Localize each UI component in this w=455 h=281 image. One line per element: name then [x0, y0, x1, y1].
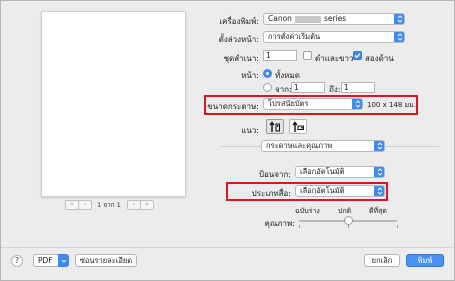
paper-source-label: ป้อนจาก:	[258, 170, 291, 179]
checkmark-icon	[354, 53, 361, 59]
panel-menu-popup[interactable]: กระดาษและคุณภาพ	[261, 140, 385, 152]
quality-slider-thumb[interactable]	[343, 216, 353, 225]
pdf-menu-button[interactable]: PDF	[33, 254, 69, 267]
media-type-label: ประเภทสื่อ:	[251, 189, 291, 198]
pdf-label: PDF	[38, 256, 53, 265]
presets-label: ตั้งล่วงหน้า:	[218, 35, 259, 44]
printer-popup[interactable]: Canon series	[263, 13, 405, 25]
orientation-label: แนว:	[241, 126, 259, 135]
popup-arrows-icon	[374, 141, 384, 151]
print-button[interactable]: พิมพ์	[406, 254, 444, 267]
media-type-popup[interactable]: เลือกอัตโนมัติ	[295, 185, 385, 197]
first-page-button[interactable]: «	[65, 199, 79, 210]
two-sided-checkbox[interactable]	[353, 51, 362, 60]
quality-draft-label: ฉบับร่าง	[295, 207, 320, 215]
quality-high-label: ดีที่สุด	[369, 207, 387, 215]
popup-arrows-icon	[394, 14, 404, 24]
redacted-model	[294, 15, 321, 23]
help-button[interactable]: ?	[11, 255, 23, 267]
quality-tick	[348, 225, 349, 228]
black-white-label: ดำและขาว	[315, 54, 354, 63]
landscape-orientation-icon	[292, 120, 304, 132]
pages-all-label: ทั้งหมด	[275, 71, 300, 80]
copies-field[interactable]: 1	[263, 50, 297, 61]
quality-label: คุณภาพ:	[264, 219, 295, 228]
copies-label: ชุดสำเนา:	[223, 54, 259, 63]
pages-from-field[interactable]: 1	[291, 82, 325, 93]
printer-label: เครื่องพิมพ์:	[219, 17, 259, 26]
quality-tick	[299, 225, 300, 228]
pages-all-radio[interactable]	[263, 69, 272, 78]
paper-source-value: เลือกอัตโนมัติ	[300, 167, 345, 176]
pages-label: หน้า:	[241, 71, 259, 80]
cancel-button[interactable]: ยกเลิก	[364, 254, 400, 267]
presets-popup[interactable]: การตั้งค่าเริ่มต้น	[263, 31, 405, 43]
portrait-orientation-icon	[269, 120, 280, 132]
paper-size-popup[interactable]: โปรสนัยบัตร	[263, 98, 363, 110]
print-preview-page	[41, 11, 186, 197]
landscape-button[interactable]	[289, 119, 307, 134]
printer-name-suffix: series	[323, 14, 347, 23]
popup-arrows-icon	[374, 186, 384, 196]
paper-size-value: โปรสนัยบัตร	[268, 99, 309, 108]
footer-separator	[1, 247, 454, 248]
media-type-value: เลือกอัตโนมัติ	[300, 186, 345, 195]
print-dialog: « ‹ 1 จาก 1 › » เครื่องพิมพ์: Canon serie…	[0, 0, 455, 281]
two-sided-label: สองด้าน	[365, 54, 394, 63]
paper-source-popup[interactable]: เลือกอัตโนมัติ	[295, 166, 385, 178]
black-white-checkbox[interactable]	[303, 51, 312, 60]
last-page-button[interactable]: »	[139, 199, 154, 210]
pages-to-field[interactable]: 1	[341, 82, 375, 93]
hide-details-button[interactable]: ซ่อนรายละเอียด	[75, 254, 137, 267]
printer-name-prefix: Canon	[268, 14, 292, 23]
popup-arrows-icon	[394, 32, 404, 42]
preview-pager: « ‹ 1 จาก 1 › »	[65, 199, 154, 210]
presets-value: การตั้งค่าเริ่มต้น	[268, 32, 321, 41]
page-indicator: 1 จาก 1	[97, 200, 121, 209]
paper-dimensions: 100 x 148 มม.	[367, 101, 416, 109]
pages-range-radio[interactable]	[263, 83, 272, 92]
portrait-button[interactable]	[266, 119, 284, 134]
quality-tick	[397, 225, 398, 228]
paper-size-label: ขนาดกระดาษ:	[207, 102, 259, 111]
chevron-down-icon	[58, 254, 69, 267]
previous-page-button[interactable]: ‹	[78, 199, 92, 210]
popup-arrows-icon	[374, 167, 384, 177]
popup-arrows-icon	[352, 99, 362, 109]
panel-menu-value: กระดาษและคุณภาพ	[266, 141, 333, 150]
next-page-button[interactable]: ›	[126, 199, 141, 210]
